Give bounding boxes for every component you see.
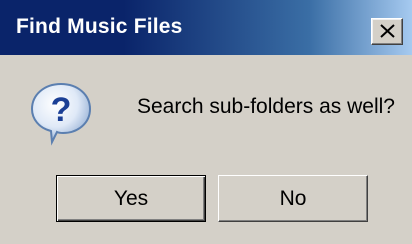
- yes-button[interactable]: Yes: [56, 175, 206, 222]
- svg-text:?: ?: [51, 91, 72, 129]
- title-bar[interactable]: Find Music Files: [0, 0, 412, 55]
- question-icon: ?: [30, 82, 92, 146]
- dialog-title: Find Music Files: [16, 15, 183, 38]
- close-button[interactable]: [371, 18, 403, 45]
- close-icon: [380, 24, 395, 38]
- yes-button-label: Yes: [113, 186, 149, 210]
- dialog-window: Find Music Files ? Search sub-folders as…: [0, 0, 412, 244]
- no-button-label: No: [279, 186, 307, 210]
- dialog-message: Search sub-folders as well?: [137, 95, 395, 118]
- no-button[interactable]: No: [218, 175, 368, 222]
